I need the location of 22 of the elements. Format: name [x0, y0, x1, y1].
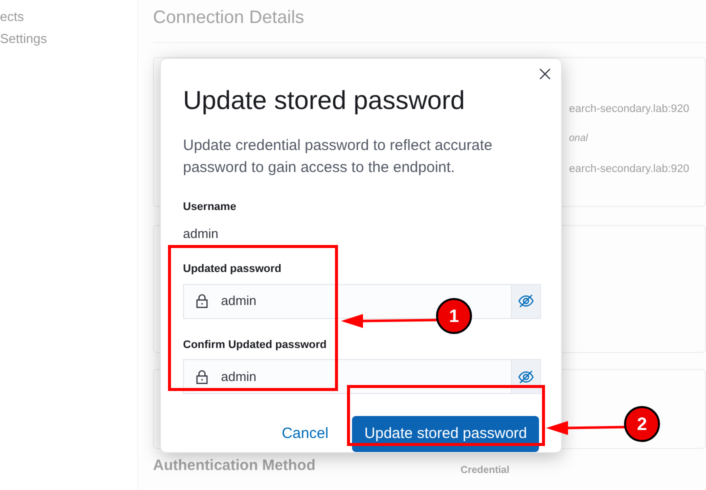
visibility-toggle[interactable]: [511, 360, 540, 393]
section-heading: Connection Details: [153, 6, 306, 28]
optional-label: onal: [569, 132, 589, 146]
section-heading: Authentication Method: [153, 456, 316, 476]
lock-icon: [196, 294, 208, 308]
submit-button[interactable]: Update stored password: [352, 416, 539, 452]
field-label: Updated password: [183, 262, 282, 277]
dialog-description: Update credential password to reflect accurate password to gain access to the endpoint.: [183, 136, 494, 178]
field-label: Confirm Updated password: [183, 338, 328, 352]
eye-slash-icon: [518, 370, 534, 384]
host-value: earch-secondary.lab:920: [569, 102, 690, 117]
password-field[interactable]: admin: [183, 359, 541, 394]
close-icon[interactable]: [538, 67, 552, 81]
eye-slash-icon: [518, 294, 534, 308]
dialog-title: Update stored password: [183, 85, 466, 115]
cancel-link[interactable]: Cancel: [270, 416, 340, 452]
lock-icon: [196, 370, 208, 384]
field-label: Username: [183, 200, 238, 215]
visibility-toggle[interactable]: [511, 284, 540, 318]
username-value: admin: [183, 224, 220, 242]
host-value: earch-secondary.lab:920: [569, 162, 690, 177]
field-label: Credential: [460, 464, 510, 478]
